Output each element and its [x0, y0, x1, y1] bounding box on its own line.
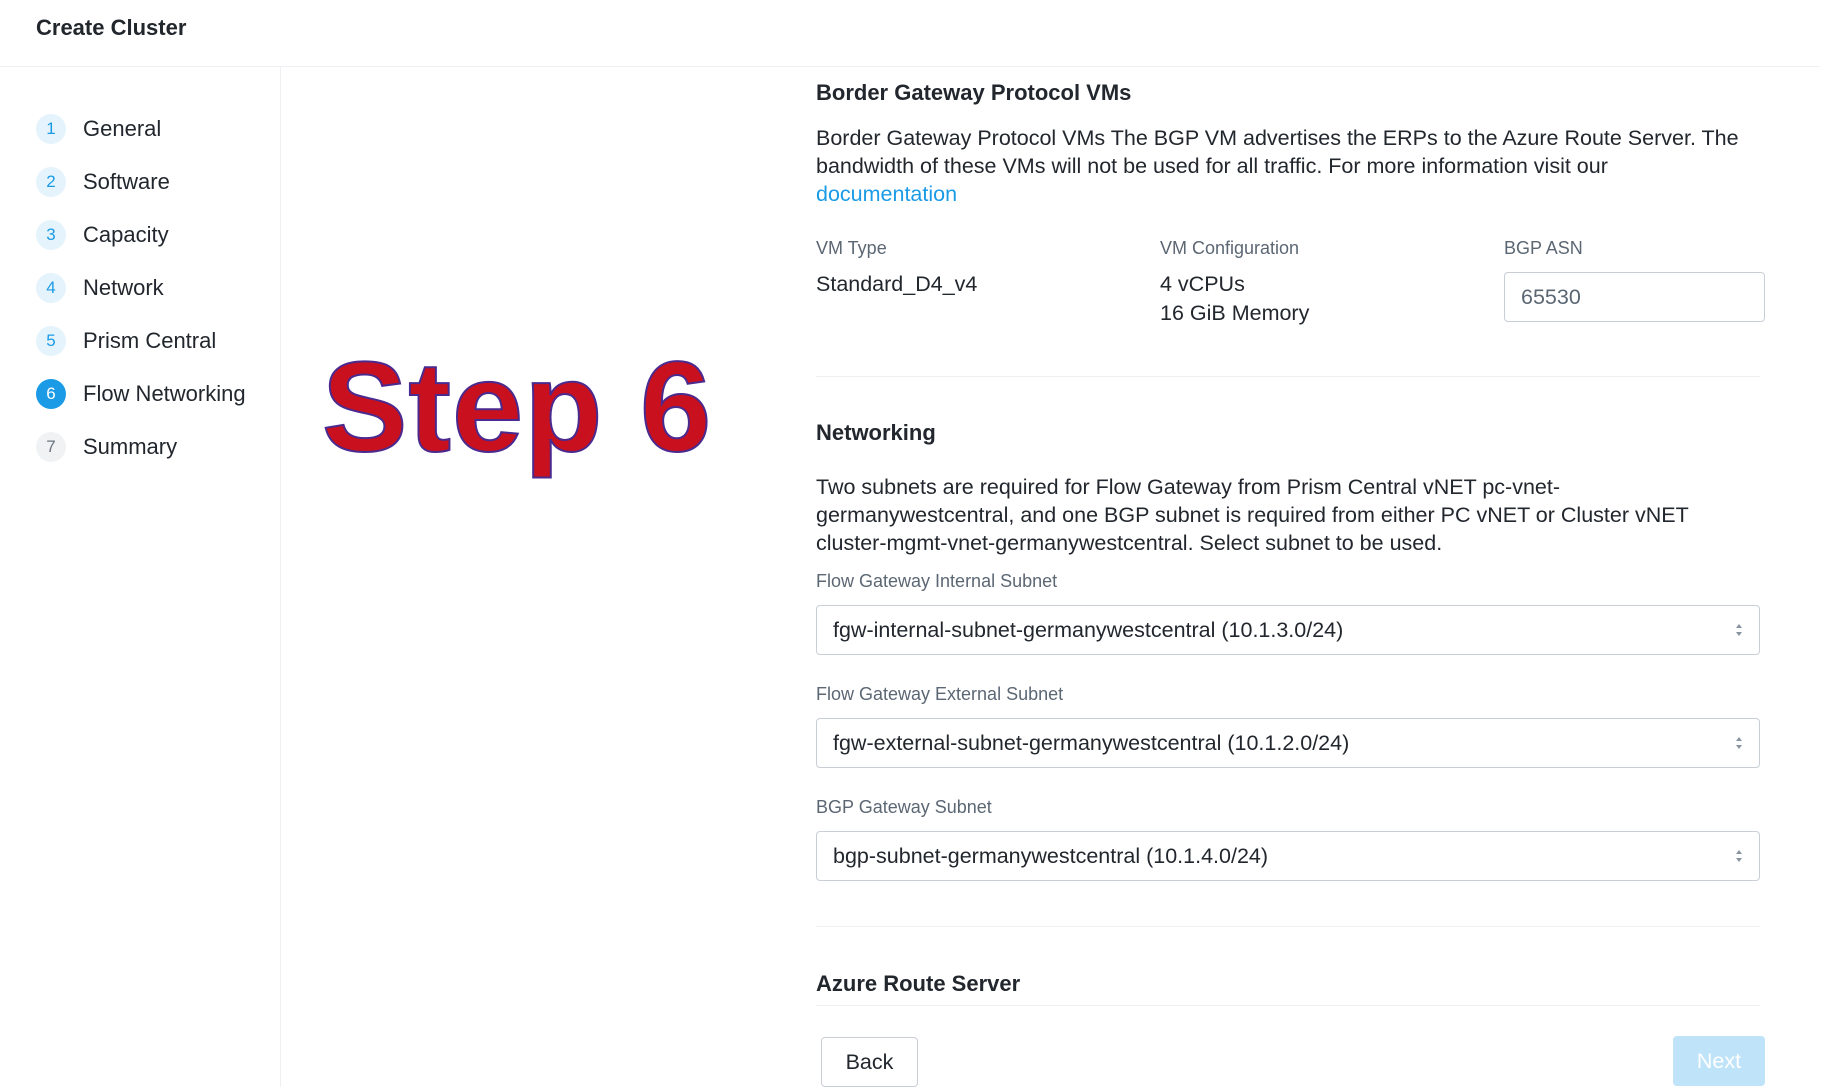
external-subnet-label: Flow Gateway External Subnet [816, 684, 1064, 704]
networking-description-line-3: cluster-mgmt-vnet-germanywestcentral. Se… [816, 531, 1443, 555]
step-number: 7 [36, 432, 66, 462]
step-label: Prism Central [83, 328, 217, 353]
azure-route-server-title: Azure Route Server [816, 971, 1021, 996]
internal-subnet-value: fgw-internal-subnet-germanywestcentral (… [833, 617, 1344, 642]
step-label: General [83, 116, 162, 141]
select-caret-icon [1736, 624, 1742, 636]
step-software[interactable]: 2 Software [36, 166, 276, 198]
wizard-steps-sidebar: 1 General 2 Software 3 Capacity 4 Networ… [0, 67, 281, 1087]
section-divider [816, 926, 1760, 927]
bgp-gateway-subnet-select[interactable]: bgp-subnet-germanywestcentral (10.1.4.0/… [816, 831, 1760, 881]
back-button[interactable]: Back [821, 1037, 918, 1087]
section-divider [816, 1005, 1760, 1006]
next-button[interactable]: Next [1673, 1036, 1765, 1086]
step-number-active: 6 [36, 379, 66, 409]
step-general[interactable]: 1 General [36, 113, 276, 145]
step-number: 1 [36, 114, 66, 144]
step-label: Software [83, 169, 170, 194]
bgp-gateway-subnet-label: BGP Gateway Subnet [816, 797, 992, 817]
internal-subnet-select[interactable]: fgw-internal-subnet-germanywestcentral (… [816, 605, 1760, 655]
step-summary[interactable]: 7 Summary [36, 431, 276, 463]
page-title: Create Cluster [36, 15, 187, 40]
vm-configuration-label: VM Configuration [1160, 238, 1300, 258]
networking-description-line-1: Two subnets are required for Flow Gatewa… [816, 475, 1560, 499]
bgp-description: Border Gateway Protocol VMs The BGP VM a… [816, 124, 1776, 208]
step-number: 4 [36, 273, 66, 303]
networking-description-line-2: germanywestcentral, and one BGP subnet i… [816, 503, 1689, 527]
external-subnet-select[interactable]: fgw-external-subnet-germanywestcentral (… [816, 718, 1760, 768]
step-label: Flow Networking [83, 381, 246, 406]
bgp-section-title: Border Gateway Protocol VMs [816, 80, 1132, 105]
documentation-link[interactable]: documentation [816, 180, 1776, 208]
step-label: Capacity [83, 222, 169, 247]
external-subnet-value: fgw-external-subnet-germanywestcentral (… [833, 730, 1350, 755]
step-number: 3 [36, 220, 66, 250]
step-overlay-annotation: Step 6 [321, 336, 713, 479]
step-number: 2 [36, 167, 66, 197]
bgp-asn-label: BGP ASN [1504, 238, 1583, 258]
bgp-description-line-2: bandwidth of these VMs will not be used … [816, 154, 1608, 178]
select-caret-icon [1736, 737, 1742, 749]
create-cluster-wizard: Create Cluster 1 General 2 Software 3 Ca… [0, 0, 1847, 1087]
section-divider [816, 376, 1760, 377]
internal-subnet-label: Flow Gateway Internal Subnet [816, 571, 1058, 591]
networking-section-title: Networking [816, 420, 936, 445]
step-network[interactable]: 4 Network [36, 272, 276, 304]
step-prism-central[interactable]: 5 Prism Central [36, 325, 276, 357]
vm-configuration-value: 4 vCPUs 16 GiB Memory [1160, 270, 1309, 328]
step-capacity[interactable]: 3 Capacity [36, 219, 276, 251]
step-flow-networking[interactable]: 6 Flow Networking [36, 378, 276, 410]
bgp-description-line-1: Border Gateway Protocol VMs The BGP VM a… [816, 126, 1739, 150]
vm-cpus: 4 vCPUs [1160, 272, 1245, 296]
networking-description: Two subnets are required for Flow Gatewa… [816, 473, 1776, 557]
step-label: Network [83, 275, 164, 300]
vm-type-value: Standard_D4_v4 [816, 272, 978, 296]
bgp-gateway-subnet-value: bgp-subnet-germanywestcentral (10.1.4.0/… [833, 843, 1269, 868]
vm-type-label: VM Type [816, 238, 887, 258]
select-caret-icon [1736, 850, 1742, 862]
vm-memory: 16 GiB Memory [1160, 301, 1310, 325]
step-number: 5 [36, 326, 66, 356]
bgp-asn-input[interactable]: 65530 [1504, 272, 1765, 322]
wizard-header: Create Cluster [0, 0, 1820, 67]
step-label: Summary [83, 434, 178, 459]
